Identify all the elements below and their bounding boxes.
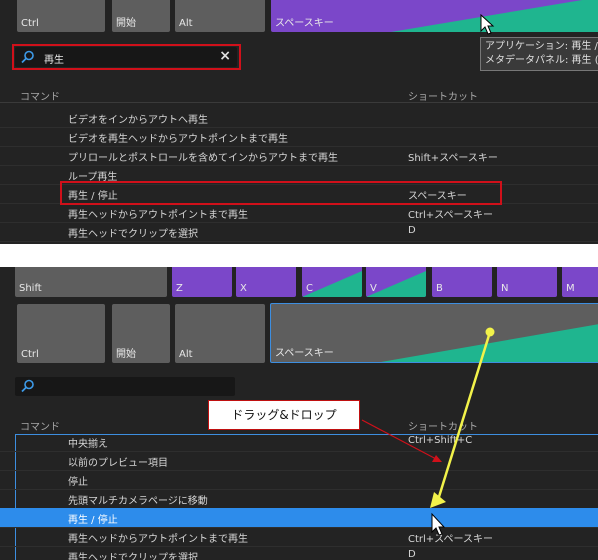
drag-arrow-head [430,492,446,508]
drag-start-dot [485,327,495,337]
drag-drop-callout: ドラッグ&ドロップ [208,400,360,430]
callout-pointer-head [432,455,442,462]
annotation-overlay [361,327,495,536]
callout-pointer-line [361,419,439,461]
mouse-cursor-icon [431,512,446,536]
drag-arrow-line [436,331,492,501]
